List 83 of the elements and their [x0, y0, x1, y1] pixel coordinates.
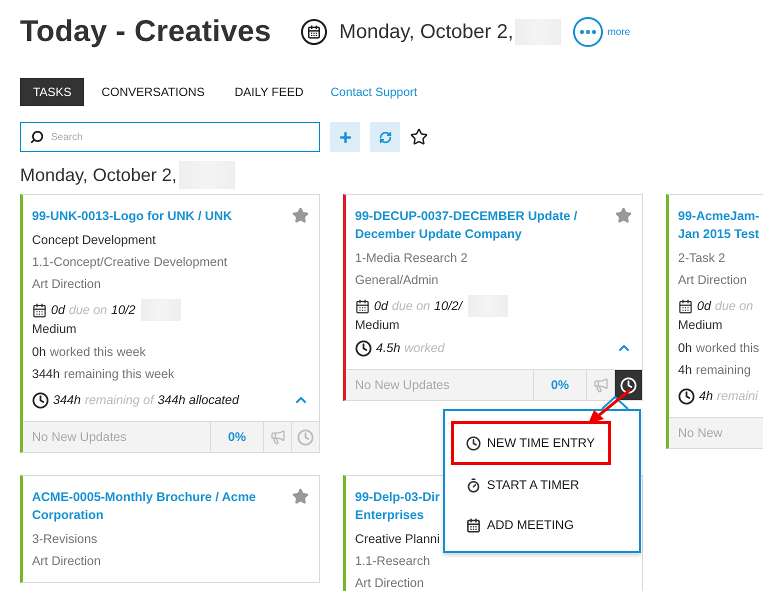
- task-line: Art Direction: [32, 276, 102, 293]
- task-line: Concept Development: [32, 232, 157, 249]
- due-label: due on: [714, 298, 754, 315]
- progress-percent: 0%: [533, 370, 586, 400]
- task-title-link[interactable]: 99-Delp-03-Dir Enterprises: [355, 488, 440, 524]
- task-line: 2-Task 2: [678, 250, 726, 267]
- task-title-link[interactable]: ACME-0005-Monthly Brochure / Acme Corporation: [32, 488, 286, 524]
- calendar-icon: [301, 19, 328, 45]
- clock-button[interactable]: [614, 370, 642, 400]
- priority-text: Medium: [678, 317, 724, 333]
- hours-value: 4h: [678, 362, 692, 379]
- time-text: 4h: [699, 388, 713, 405]
- time-text: 344h allocated: [158, 392, 239, 409]
- task-line: Art Direction: [32, 553, 102, 570]
- due-days: 0d: [51, 299, 65, 321]
- hours-value: 344h: [32, 366, 60, 383]
- clock-icon: [32, 392, 49, 408]
- hours-value: 0h: [678, 340, 692, 357]
- clock-icon: [620, 376, 637, 394]
- refresh-icon: [378, 130, 392, 144]
- task-title-link[interactable]: 99-UNK-0013-Logo for UNK / UNK: [32, 207, 232, 225]
- due-days: 0d: [697, 295, 711, 317]
- task-line: General/Admin: [355, 272, 440, 289]
- hours-label: remaining this week: [64, 366, 174, 383]
- star-icon[interactable]: [292, 488, 309, 505]
- due-date: 10/2: [111, 302, 136, 319]
- hours-value: 0h: [32, 344, 46, 361]
- tab[interactable]: DAILY FEED: [222, 78, 317, 106]
- plus-icon: [338, 130, 352, 144]
- due-label: due on: [68, 302, 108, 319]
- time-text: 4.5h: [376, 340, 400, 357]
- refresh-button[interactable]: [370, 122, 400, 152]
- task-line: Creative Planni: [355, 531, 441, 548]
- progress-percent: 0%: [210, 422, 263, 452]
- more-link[interactable]: more: [607, 26, 630, 38]
- task-line: 3-Revisions: [32, 531, 98, 548]
- hours-label: worked this week: [50, 344, 146, 361]
- task-title-link[interactable]: 99-AcmeJam- Jan 2015 Test: [678, 207, 760, 243]
- clock-icon: [297, 428, 314, 446]
- megaphone-icon: [270, 429, 286, 445]
- tab[interactable]: TASKS: [20, 78, 84, 106]
- task-line: Art Direction: [678, 272, 748, 289]
- task-line: 1.1-Concept/Creative Development: [32, 254, 228, 271]
- calendar-icon: [355, 298, 370, 314]
- task-line: 1-Media Research 2: [355, 250, 469, 267]
- menu-item[interactable]: NEW TIME ENTRY: [451, 421, 611, 465]
- time-text: 344h: [53, 392, 81, 409]
- due-days: 0d: [374, 295, 388, 317]
- priority-text: Medium: [32, 321, 78, 337]
- clock-icon: [678, 388, 695, 404]
- star-icon[interactable]: [615, 207, 632, 224]
- calendar-icon: [678, 298, 693, 314]
- updates-text: No New Updates: [31, 429, 128, 446]
- more-button[interactable]: [573, 17, 604, 47]
- clock-icon: [466, 436, 481, 450]
- task-title-link[interactable]: 99-DECUP-0037-DECEMBER Update / December Update Company: [355, 207, 609, 243]
- star-icon[interactable]: [292, 207, 309, 224]
- due-date: 10/2/: [434, 298, 462, 315]
- tab[interactable]: CONVERSATIONS: [88, 78, 218, 106]
- meeting-icon: [466, 518, 481, 532]
- search-icon: [30, 130, 44, 144]
- task-line: Art Direction: [355, 575, 425, 591]
- header-date: Monday, October 2,: [339, 20, 514, 44]
- time-text: remaini: [716, 388, 758, 405]
- search-field[interactable]: Search: [20, 122, 320, 152]
- timer-icon: [466, 478, 481, 492]
- due-label: due on: [392, 298, 430, 315]
- add-button[interactable]: [330, 122, 360, 152]
- star-button[interactable]: [410, 128, 428, 146]
- hours-label: worked this: [696, 340, 760, 357]
- clock-icon: [355, 340, 372, 356]
- support-link[interactable]: Contact Support: [330, 85, 418, 99]
- page-title: Today - Creatives: [20, 15, 272, 49]
- calendar-icon: [32, 302, 47, 318]
- updates-text: No New: [677, 425, 724, 442]
- task-line: 1.1-Research: [355, 553, 432, 570]
- day-heading: Monday, October 2,: [20, 164, 177, 186]
- megaphone-icon: [592, 377, 608, 393]
- priority-text: Medium: [355, 317, 400, 333]
- time-text: worked: [404, 340, 445, 357]
- hours-label: remaining: [696, 362, 751, 379]
- updates-text: No New Updates: [354, 377, 450, 394]
- time-text: remaining of: [84, 392, 154, 409]
